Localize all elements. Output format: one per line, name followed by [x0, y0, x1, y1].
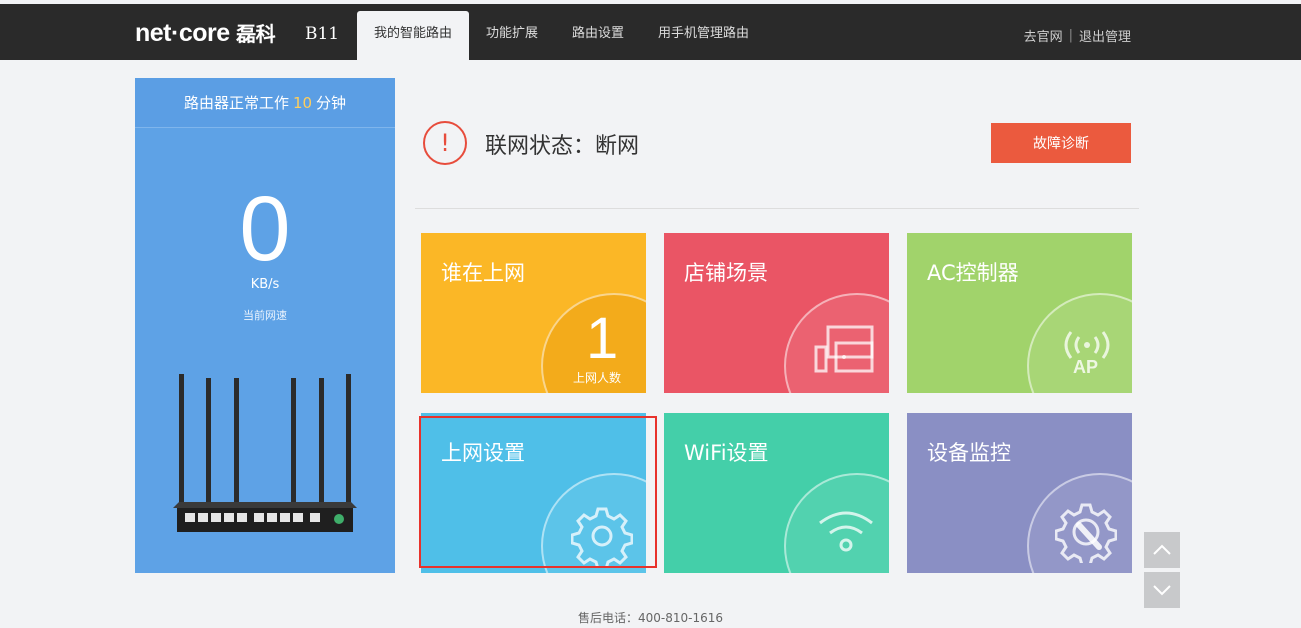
- current-speed-value: 0: [239, 178, 291, 280]
- tile-title: 设备监控: [927, 441, 1011, 465]
- tab-my-smart-router[interactable]: 我的智能路由: [357, 11, 470, 60]
- main-nav: 我的智能路由 功能扩展 路由设置 用手机管理路由: [357, 11, 766, 60]
- tile-ac-controller[interactable]: AC控制器 AP: [907, 233, 1132, 393]
- chevron-down-icon: [1153, 585, 1171, 596]
- monitor-gear-icon: [1055, 503, 1117, 563]
- scroll-to-top-button[interactable]: [1144, 532, 1180, 568]
- tile-title: 谁在上网: [441, 261, 525, 285]
- logo-text-core: core: [178, 19, 230, 47]
- uptime-value: 10: [292, 94, 313, 112]
- tile-title: AC控制器: [927, 261, 1019, 285]
- online-count: 1: [586, 306, 619, 371]
- speed-unit: KB/s: [250, 277, 280, 292]
- tile-title: 上网设置: [441, 441, 525, 465]
- tile-who-online[interactable]: 谁在上网 1 上网人数: [421, 233, 646, 393]
- uptime-prefix: 路由器正常工作: [183, 94, 289, 112]
- speed-panel: 路由器正常工作 10 分钟 0 KB/s 当前网速: [135, 78, 395, 573]
- divider: [415, 208, 1139, 209]
- router-image: [173, 374, 357, 532]
- logout-link[interactable]: 退出管理: [1079, 26, 1131, 45]
- warning-icon: !: [423, 121, 467, 165]
- tab-mobile-management[interactable]: 用手机管理路由: [641, 11, 766, 60]
- online-count-label: 上网人数: [573, 371, 622, 385]
- logo-text-net: net: [135, 19, 172, 47]
- support-hotline: 售后电话：400-810-1616: [577, 611, 723, 625]
- store-display-icon: [814, 325, 874, 373]
- tile-device-monitor[interactable]: 设备监控: [907, 413, 1132, 573]
- tab-router-settings[interactable]: 路由设置: [555, 11, 641, 60]
- tile-wifi-settings[interactable]: WiFi设置: [664, 413, 889, 573]
- top-links: 去官网 | 退出管理: [1024, 26, 1131, 45]
- wifi-icon: [819, 511, 873, 552]
- ap-label: AP: [1073, 357, 1099, 377]
- gear-icon: [571, 507, 633, 567]
- tile-title: 店铺场景: [684, 261, 768, 285]
- logo-text-cn: 磊科: [236, 24, 276, 46]
- top-navigation-bar: net·core 磊科 B11 我的智能路由 功能扩展 路由设置 用手机管理路由…: [0, 4, 1301, 60]
- official-website-link[interactable]: 去官网: [1024, 26, 1063, 45]
- network-status-text: 联网状态：断网: [485, 134, 640, 159]
- uptime-header: 路由器正常工作 10 分钟: [135, 78, 395, 128]
- tab-feature-extensions[interactable]: 功能扩展: [469, 11, 555, 60]
- link-separator: |: [1068, 28, 1073, 43]
- ap-wireless-icon: [1064, 331, 1110, 359]
- netcore-logo[interactable]: net·core 磊科: [135, 18, 276, 48]
- scroll-to-bottom-button[interactable]: [1144, 572, 1180, 608]
- tile-internet-settings[interactable]: 上网设置: [421, 413, 646, 573]
- logo-dot: ·: [171, 19, 179, 47]
- chevron-up-icon: [1153, 544, 1171, 555]
- tile-store-scene[interactable]: 店铺场景: [664, 233, 889, 393]
- uptime-unit: 分钟: [316, 94, 347, 112]
- tile-title: WiFi设置: [684, 441, 769, 465]
- speed-label: 当前网速: [243, 309, 287, 322]
- diagnose-button[interactable]: 故障诊断: [991, 123, 1131, 163]
- router-model: B11: [305, 24, 340, 44]
